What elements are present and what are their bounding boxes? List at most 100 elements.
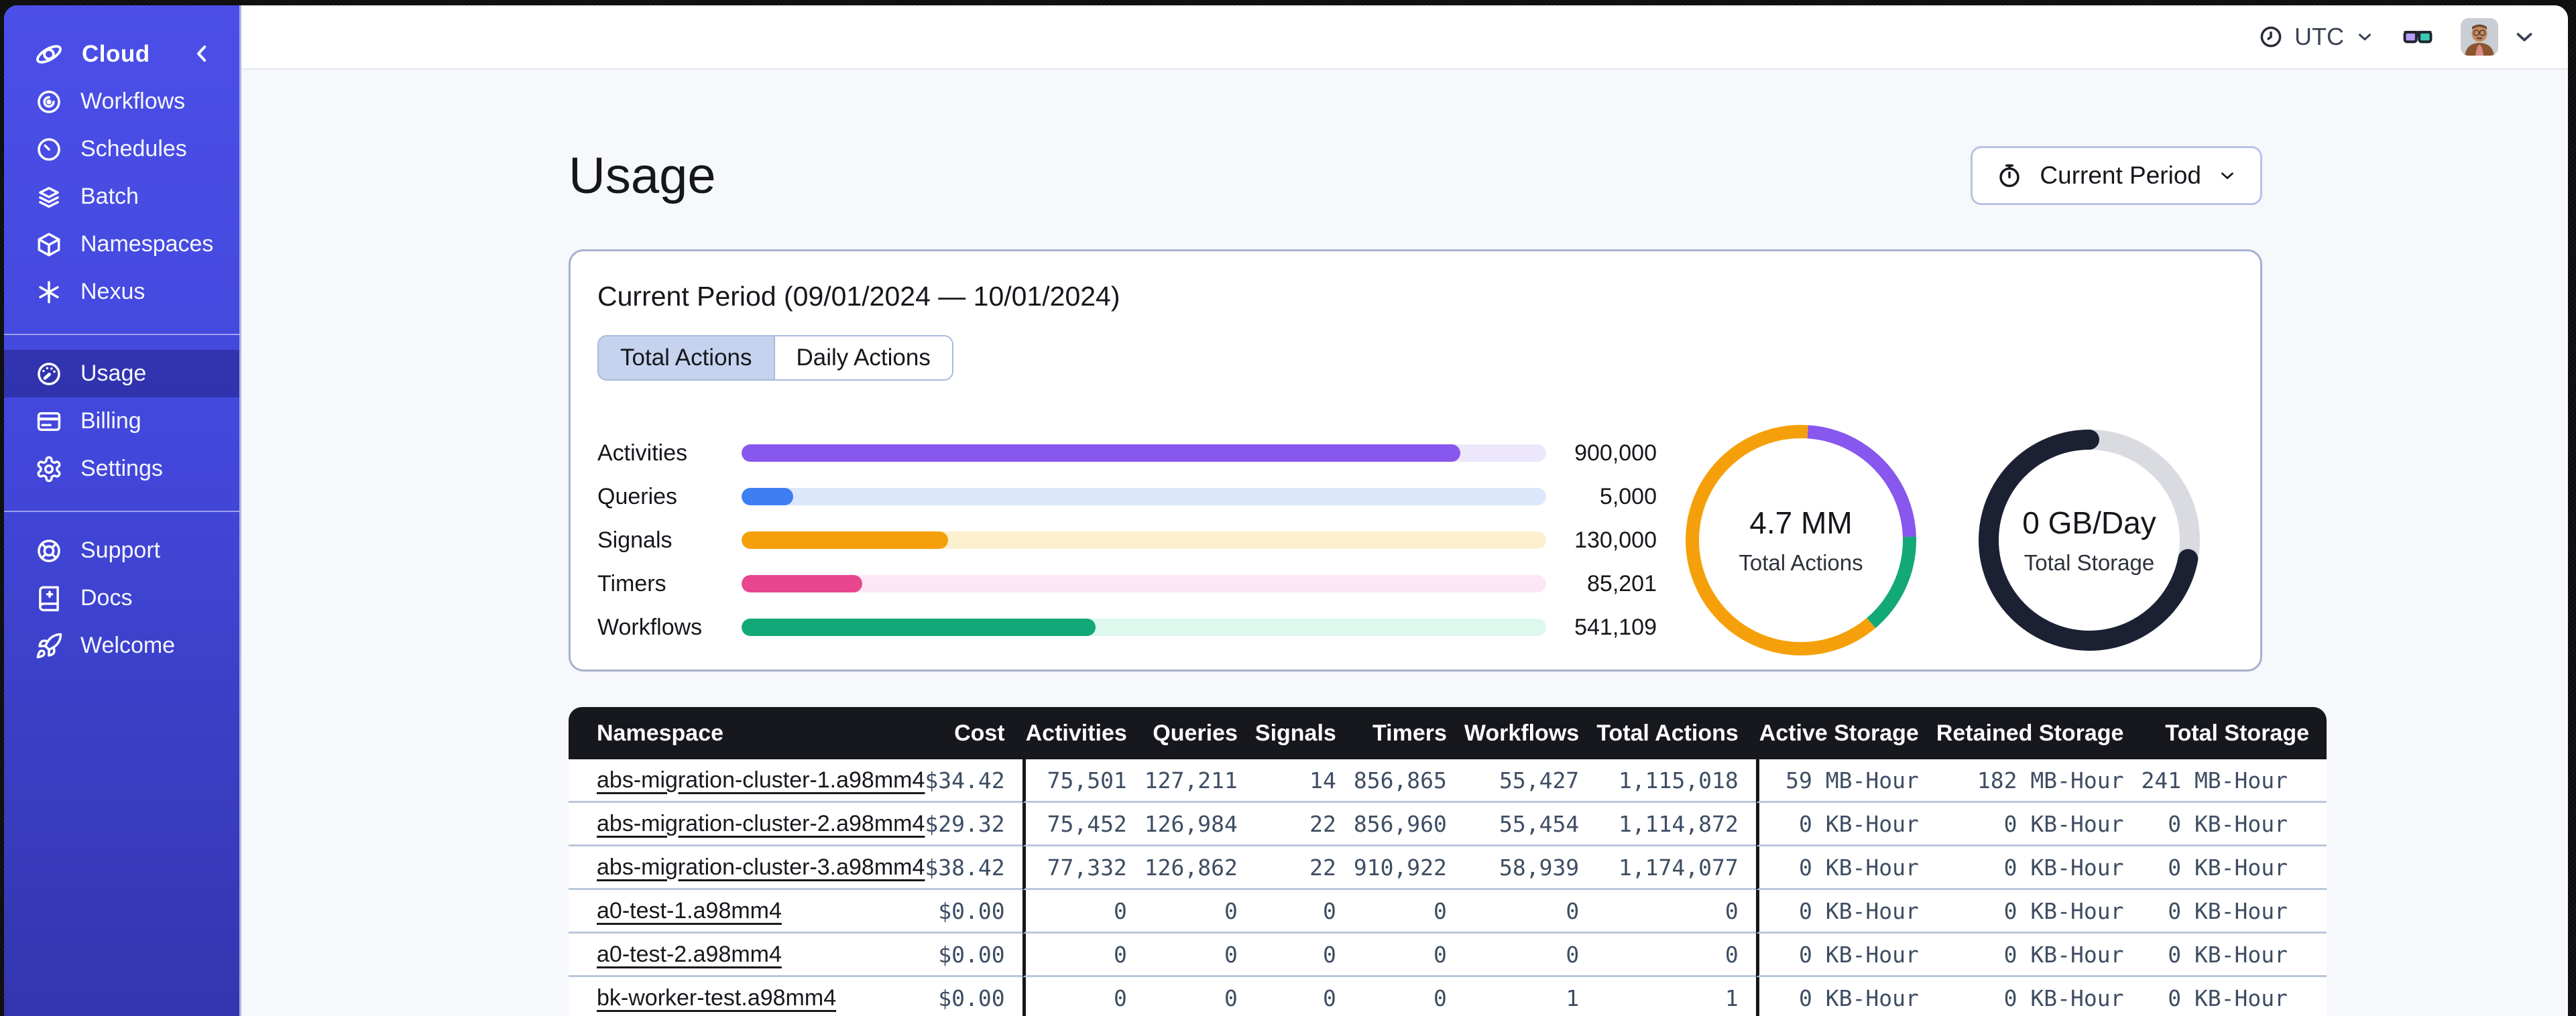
table-header: Namespace Cost Activities Queries Signals Tim… (569, 707, 2327, 759)
sidebar-item-label: Batch (80, 184, 139, 209)
docs-icon (35, 584, 63, 613)
table-cell: 0 KB-Hour (1936, 934, 2142, 977)
bar-track (742, 575, 1546, 592)
namespace-cell: bk-worker-test.a98mm4 (569, 977, 925, 1016)
tab-total-actions[interactable]: Total Actions (599, 336, 774, 379)
table-cell: $38.42 (925, 846, 1022, 890)
table-row: abs-migration-cluster-3.a98mm4 $38.42 77,3… (569, 846, 2327, 890)
sidebar-brand[interactable]: Cloud (4, 31, 239, 78)
bar-fill (742, 531, 949, 549)
bar-chart: Activities 900,000 Queries 5,000 Signals 130,… (597, 432, 1657, 649)
table-row: abs-migration-cluster-1.a98mm4 $34.42 75,5… (569, 759, 2327, 803)
column-header: Total Storage (2141, 707, 2327, 759)
table-row: bk-worker-test.a98mm4 $0.00 0 0 0 0 1 1 0 KB-Hou… (569, 977, 2327, 1016)
table-cell: 0 (1464, 934, 1597, 977)
tab-daily-actions[interactable]: Daily Actions (773, 336, 952, 379)
table-cell: 0 (1353, 934, 1464, 977)
namespace-link[interactable]: a0-test-1.a98mm4 (597, 898, 782, 924)
sidebar-item-label: Usage (80, 361, 147, 386)
table-cell: 0 (1353, 977, 1464, 1016)
table-cell: 1,114,872 (1596, 803, 1756, 846)
table-cell: 14 (1254, 759, 1354, 803)
table-cell: 0 (1144, 934, 1255, 977)
namespace-usage-table: Namespace Cost Activities Queries Signals Tim… (569, 707, 2327, 1016)
chevron-down-icon (2217, 166, 2237, 186)
bar-label: Queries (597, 483, 678, 509)
sidebar-item-label: Welcome (80, 633, 176, 658)
topbar: UTC (241, 5, 2568, 70)
table-cell: 0 (1254, 934, 1354, 977)
sidebar-item-label: Namespaces (80, 231, 214, 257)
table-cell: 22 (1254, 846, 1354, 890)
table-cell: 55,427 (1464, 759, 1597, 803)
sidebar-item-workflows[interactable]: Workflows (4, 78, 239, 125)
namespace-link[interactable]: abs-migration-cluster-1.a98mm4 (597, 767, 925, 793)
billing-icon (35, 407, 63, 436)
bar-fill (742, 575, 862, 592)
table-cell: 1,115,018 (1596, 759, 1756, 803)
table-cell: 0 (1022, 977, 1145, 1016)
total-actions-label: Total Actions (1739, 550, 1863, 575)
batch-icon (35, 183, 63, 211)
table-cell: 0 KB-Hour (1755, 934, 1936, 977)
bar-value: 541,109 (1574, 614, 1657, 640)
bar-track (742, 488, 1546, 505)
sidebar-item-label: Docs (80, 585, 133, 611)
sidebar-item-namespaces[interactable]: Namespaces (4, 220, 239, 268)
table-cell: 77,332 (1022, 846, 1145, 890)
total-actions-value: 4.7 MM (1749, 505, 1853, 540)
table-cell: 127,211 (1144, 759, 1255, 803)
namespace-link[interactable]: a0-test-2.a98mm4 (597, 942, 782, 967)
sidebar-item-docs[interactable]: Docs (4, 574, 239, 622)
timezone-label: UTC (2294, 23, 2344, 50)
sidebar-item-usage[interactable]: Usage (4, 350, 239, 397)
welcome-icon (35, 632, 63, 660)
user-menu[interactable] (2461, 18, 2537, 56)
timezone-selector[interactable]: UTC (2258, 23, 2375, 51)
period-button-label: Current Period (2040, 162, 2201, 189)
table-cell: 0 (1144, 977, 1255, 1016)
namespace-link[interactable]: abs-migration-cluster-3.a98mm4 (597, 854, 925, 880)
sidebar-item-billing[interactable]: Billing (4, 397, 239, 445)
bar-label: Timers (597, 570, 666, 596)
sidebar-item-label: Workflows (80, 88, 186, 114)
table-cell: 0 (1464, 890, 1597, 934)
sidebar-item-support[interactable]: Support (4, 527, 239, 574)
sidebar-collapse-button[interactable] (188, 40, 215, 67)
donut-total-storage: 0 GB/Day Total Storage (1969, 420, 2210, 661)
column-header: Workflows (1464, 707, 1597, 759)
settings-icon (35, 455, 63, 483)
bar-row-signals: Signals 130,000 (597, 519, 1657, 562)
table-cell: 0 (1022, 934, 1145, 977)
period-selector-button[interactable]: Current Period (1971, 146, 2262, 205)
sidebar-item-schedules[interactable]: Schedules (4, 125, 239, 173)
sidebar-item-batch[interactable]: Batch (4, 173, 239, 220)
table-cell: 0 KB-Hour (2141, 890, 2327, 934)
table-cell: 1 (1596, 977, 1756, 1016)
chevron-left-icon (197, 46, 207, 62)
table-cell: 0 (1596, 934, 1756, 977)
sidebar-nav: Workflows Schedules Batch Namespaces Nexus Us… (4, 78, 239, 670)
column-header: Activities (1022, 707, 1145, 759)
table-cell: 0 (1144, 890, 1255, 934)
table-cell: $29.32 (925, 803, 1022, 846)
bar-row-timers: Timers 85,201 (597, 562, 1657, 606)
table-cell: 0 KB-Hour (2141, 934, 2327, 977)
bar-label: Signals (597, 527, 672, 553)
table-cell: 856,865 (1353, 759, 1464, 803)
table-cell: 0 KB-Hour (1936, 846, 2142, 890)
column-header: Total Actions (1596, 707, 1756, 759)
table-cell: 0 (1353, 890, 1464, 934)
support-icon (35, 537, 63, 565)
bar-track (742, 444, 1546, 462)
bar-fill (742, 619, 1096, 636)
column-header: Retained Storage (1936, 707, 2142, 759)
table-cell: 126,862 (1144, 846, 1255, 890)
sidebar-item-welcome[interactable]: Welcome (4, 622, 239, 670)
sidebar-item-settings[interactable]: Settings (4, 445, 239, 493)
namespace-cell: abs-migration-cluster-2.a98mm4 (569, 803, 925, 846)
namespace-link[interactable]: bk-worker-test.a98mm4 (597, 985, 836, 1011)
glasses-icon[interactable] (2400, 19, 2435, 54)
sidebar-item-nexus[interactable]: Nexus (4, 268, 239, 316)
namespace-link[interactable]: abs-migration-cluster-2.a98mm4 (597, 811, 925, 836)
